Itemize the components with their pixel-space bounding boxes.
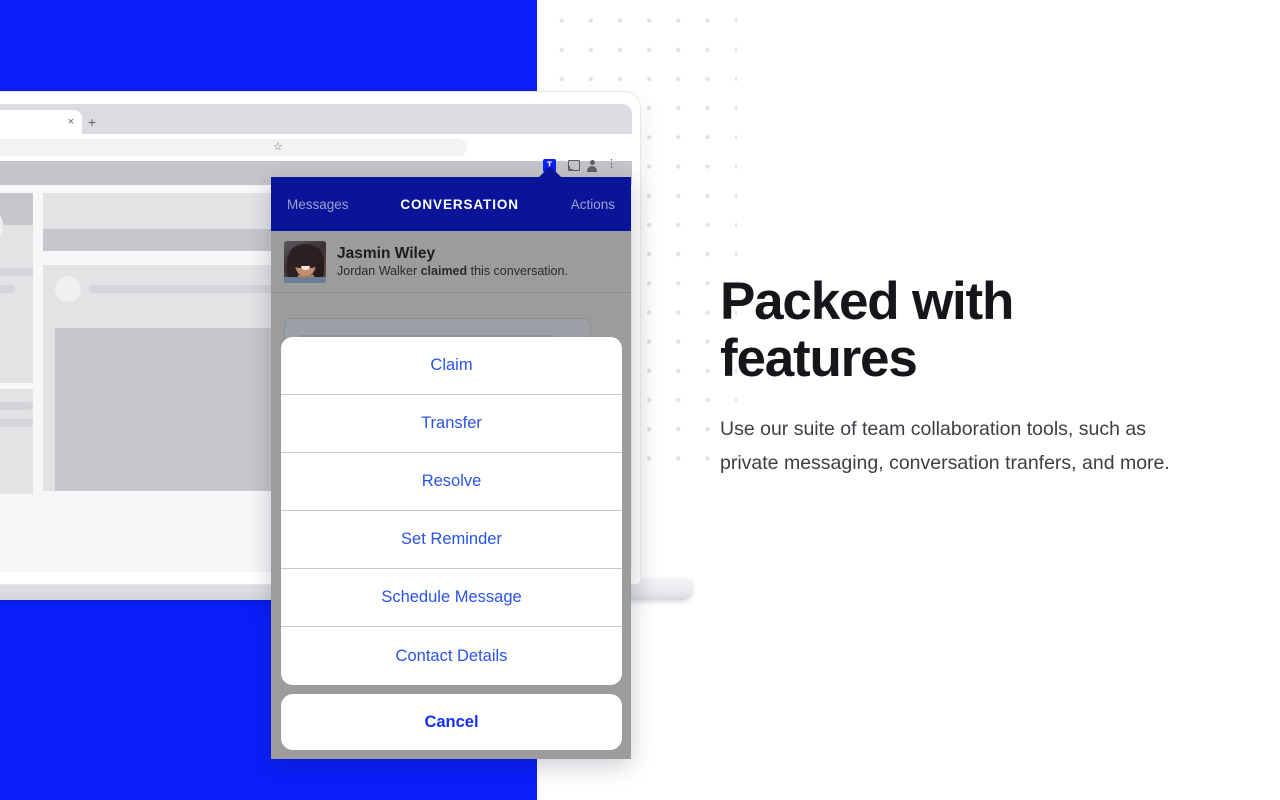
page-subtitle: Use our suite of team collaboration tool…	[720, 418, 1170, 474]
cast-icon[interactable]	[568, 160, 580, 171]
blue-block-top	[0, 0, 537, 96]
page-root: × + ↻ ☆ Messages	[0, 0, 1280, 800]
marketing-copy: Packed with features Use our suite of te…	[720, 272, 1190, 480]
page-title: Packed with features	[720, 272, 1014, 388]
kebab-menu-icon[interactable]: ⋮	[606, 159, 617, 172]
action-set-reminder[interactable]: Set Reminder	[281, 511, 622, 569]
plus-icon[interactable]: +	[84, 114, 100, 130]
action-sheet-options: Claim Transfer Resolve Set Reminder Sche…	[281, 337, 622, 685]
text-line-placeholder	[0, 402, 33, 410]
close-icon[interactable]: ×	[64, 115, 78, 129]
profile-icon[interactable]	[586, 159, 598, 172]
star-icon[interactable]: ☆	[273, 142, 283, 153]
popup-title: CONVERSATION	[400, 196, 519, 212]
action-claim[interactable]: Claim	[281, 337, 622, 395]
action-resolve[interactable]: Resolve	[281, 453, 622, 511]
action-contact-details[interactable]: Contact Details	[281, 627, 622, 685]
actions-link[interactable]: Actions	[571, 197, 615, 212]
cancel-button[interactable]: Cancel	[281, 694, 622, 750]
contact-name: Jasmin Wiley	[337, 244, 436, 262]
popup-pointer-caret	[538, 166, 562, 178]
status-prefix: Jordan Walker	[337, 264, 421, 279]
action-sheet: Claim Transfer Resolve Set Reminder Sche…	[281, 337, 622, 750]
back-to-messages-link[interactable]: Messages	[287, 197, 349, 212]
text-line-placeholder	[0, 285, 15, 293]
popup-header: Messages CONVERSATION Actions	[271, 177, 631, 231]
text-line-placeholder	[0, 268, 33, 276]
sidebar-cover-placeholder	[0, 193, 33, 225]
contact-status: Jordan Walker claimed this conversation.	[337, 263, 568, 279]
text-line-placeholder	[0, 419, 33, 427]
action-transfer[interactable]: Transfer	[281, 395, 622, 453]
contact-row[interactable]: Jasmin Wiley Jordan Walker claimed this …	[271, 231, 631, 293]
avatar-circle-placeholder	[55, 276, 81, 302]
status-suffix: this conversation.	[467, 264, 568, 279]
action-schedule-message[interactable]: Schedule Message	[281, 569, 622, 627]
url-input[interactable]	[0, 139, 467, 156]
status-claimed: claimed	[420, 264, 468, 279]
avatar	[284, 240, 326, 283]
